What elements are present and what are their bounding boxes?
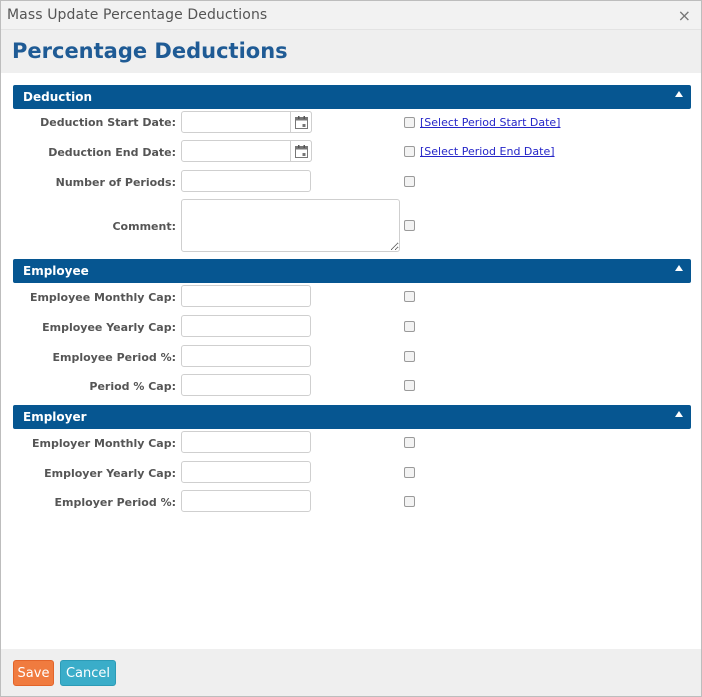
period-percent-cap-checkbox[interactable]	[404, 380, 415, 391]
employee-monthly-cap-input[interactable]	[181, 285, 311, 307]
employee-yearly-cap-input[interactable]	[181, 315, 311, 337]
employer-monthly-cap-checkbox[interactable]	[404, 437, 415, 448]
select-period-end-date-link[interactable]: [Select Period End Date]	[420, 145, 555, 158]
deduction-end-date-checkbox[interactable]	[404, 146, 415, 157]
employee-monthly-cap-checkbox[interactable]	[404, 291, 415, 302]
employer-period-percent-checkbox[interactable]	[404, 496, 415, 507]
employee-period-percent-checkbox[interactable]	[404, 351, 415, 362]
employer-period-percent-input[interactable]	[181, 490, 311, 512]
employer-yearly-cap-checkbox[interactable]	[404, 467, 415, 478]
number-of-periods-input[interactable]	[181, 170, 311, 192]
calendar-icon	[295, 116, 308, 129]
calendar-icon	[295, 145, 308, 158]
collapse-arrow-icon[interactable]	[675, 265, 683, 271]
dialog-window: Mass Update Percentage Deductions × Perc…	[0, 0, 702, 697]
dialog-footer: Save Cancel	[1, 649, 701, 696]
comment-label: Comment:	[112, 220, 176, 233]
employee-period-percent-label: Employee Period %:	[52, 351, 177, 364]
employee-monthly-cap-label: Employee Monthly Cap:	[29, 291, 176, 304]
number-of-periods-label: Number of Periods:	[55, 176, 176, 189]
deduction-end-date-calendar-button[interactable]	[290, 140, 312, 162]
number-of-periods-checkbox[interactable]	[404, 176, 415, 187]
employer-yearly-cap-label: Employer Yearly Cap:	[44, 467, 176, 480]
section-title-employer: Employer	[23, 410, 87, 424]
deduction-start-date-label: Deduction Start Date:	[40, 116, 176, 129]
employee-yearly-cap-checkbox[interactable]	[404, 321, 415, 332]
section-title-deduction: Deduction	[23, 90, 92, 104]
employer-yearly-cap-input[interactable]	[181, 461, 311, 483]
comment-textarea[interactable]	[181, 199, 400, 252]
dialog-titlebar: Mass Update Percentage Deductions ×	[1, 1, 701, 30]
deduction-end-date-label: Deduction End Date:	[48, 146, 176, 159]
deduction-start-date-checkbox[interactable]	[404, 117, 415, 128]
page-title: Percentage Deductions	[12, 39, 288, 63]
collapse-arrow-icon[interactable]	[675, 91, 683, 97]
section-title-employee: Employee	[23, 264, 89, 278]
employer-period-percent-label: Employer Period %:	[54, 496, 176, 509]
employer-monthly-cap-input[interactable]	[181, 431, 311, 453]
dialog-title: Mass Update Percentage Deductions	[7, 7, 268, 23]
select-period-start-date-link[interactable]: [Select Period Start Date]	[420, 116, 560, 129]
close-icon[interactable]: ×	[678, 6, 691, 25]
period-percent-cap-input[interactable]	[181, 374, 311, 396]
employee-yearly-cap-label: Employee Yearly Cap:	[42, 321, 176, 334]
page-header: Percentage Deductions	[1, 30, 701, 73]
period-percent-cap-label: Period % Cap:	[89, 380, 176, 393]
employer-monthly-cap-label: Employer Monthly Cap:	[31, 437, 176, 450]
deduction-start-date-calendar-button[interactable]	[290, 111, 312, 133]
save-button[interactable]: Save	[13, 660, 54, 686]
employee-period-percent-input[interactable]	[181, 345, 311, 367]
section-header-employee[interactable]: Employee	[13, 259, 691, 283]
collapse-arrow-icon[interactable]	[675, 411, 683, 417]
section-header-deduction[interactable]: Deduction	[13, 85, 691, 109]
comment-checkbox[interactable]	[404, 220, 415, 231]
section-header-employer[interactable]: Employer	[13, 405, 691, 429]
cancel-button[interactable]: Cancel	[60, 660, 116, 686]
